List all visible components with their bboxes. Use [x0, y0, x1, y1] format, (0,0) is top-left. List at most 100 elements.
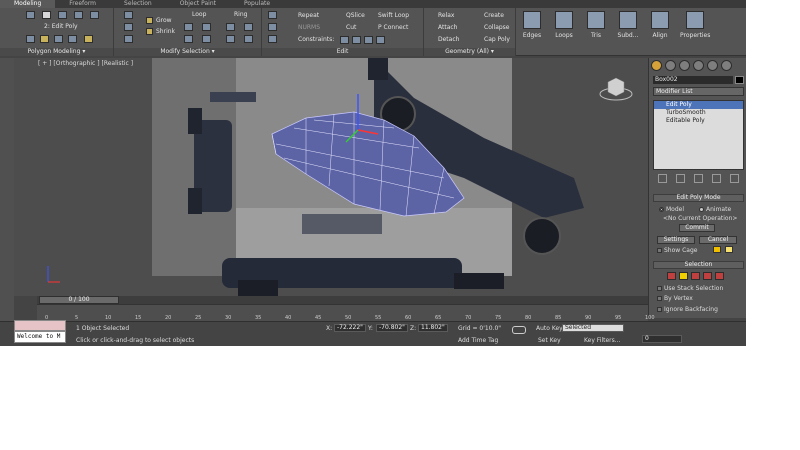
shrink-button[interactable]: Shrink	[156, 28, 175, 35]
constraint-edge-icon[interactable]	[352, 36, 361, 44]
modify-icon[interactable]	[26, 35, 35, 43]
modify-selection-label[interactable]: Modify Selection ▾	[114, 48, 261, 56]
selection-header[interactable]: Selection	[653, 261, 744, 269]
edit-poly-stack-label[interactable]: 2: Edit Poly	[44, 23, 78, 30]
select-icon[interactable]	[124, 11, 133, 19]
edit-tools-icon[interactable]	[268, 11, 277, 19]
object-color-swatch[interactable]	[735, 76, 744, 84]
ring-grow-icon[interactable]	[226, 35, 235, 43]
hierarchy-tab-icon[interactable]	[679, 60, 690, 71]
set-key-button[interactable]: Set Key	[538, 337, 561, 344]
ring-step-icon[interactable]	[244, 23, 253, 31]
stack-item-editable-poly[interactable]: Editable Poly	[654, 117, 743, 125]
remove-modifier-icon[interactable]	[712, 173, 722, 183]
select-fill-icon[interactable]	[124, 35, 133, 43]
border-mode-icon[interactable]	[58, 11, 67, 19]
show-end-result-icon[interactable]	[675, 173, 685, 183]
motion-tab-icon[interactable]	[693, 60, 704, 71]
polygon-modeling-label[interactable]: Polygon Modeling ▾	[0, 48, 113, 56]
show-end-icon[interactable]	[68, 35, 77, 43]
loop-button[interactable]: Loop	[192, 11, 206, 18]
ignore-backfacing-checkbox[interactable]: Ignore Backfacing	[657, 306, 718, 313]
element-sel-icon[interactable]	[715, 272, 724, 280]
tab-object-paint[interactable]: Object Paint	[166, 0, 230, 8]
vertex-sel-icon[interactable]	[667, 272, 676, 280]
loop-mode-icon[interactable]	[184, 23, 193, 31]
grow-button[interactable]: Grow	[156, 17, 172, 24]
cancel-button[interactable]: Cancel	[699, 236, 737, 244]
auto-key-button[interactable]: Auto Key	[536, 325, 563, 332]
edit-tools2-icon[interactable]	[268, 23, 277, 31]
loop-step-icon[interactable]	[202, 23, 211, 31]
polygon-sel-icon[interactable]	[703, 272, 712, 280]
track-bar[interactable]: 0 5 10 15 20 25 30 35 40 45 50 55 60 65 70 75 80 85 90 95 10…	[37, 304, 655, 321]
create-button[interactable]: Create	[484, 12, 504, 19]
settings-button[interactable]: Settings	[657, 236, 695, 244]
tab-freeform[interactable]: Freeform	[55, 0, 110, 8]
make-unique-icon[interactable]	[693, 173, 703, 183]
edges-button[interactable]: Edges	[520, 10, 544, 47]
x-coordinate-field[interactable]: -72.222"	[334, 324, 366, 332]
key-set-dropdown[interactable]: Selected	[562, 324, 624, 332]
constraint-none-icon[interactable]	[340, 36, 349, 44]
attach-button[interactable]: Attach	[438, 24, 457, 31]
p-connect-button[interactable]: P Connect	[378, 24, 408, 31]
loop-grow-icon[interactable]	[184, 35, 193, 43]
configure-sets-icon[interactable]	[730, 173, 740, 183]
toggle-icon[interactable]	[40, 35, 49, 43]
loops-button[interactable]: Loops	[552, 10, 576, 47]
tab-populate[interactable]: Populate	[230, 0, 284, 8]
relax-button[interactable]: Relax	[438, 12, 455, 19]
element-mode-icon[interactable]	[90, 11, 99, 19]
utilities-tab-icon[interactable]	[721, 60, 732, 71]
display-tab-icon[interactable]	[707, 60, 718, 71]
add-time-tag[interactable]: Add Time Tag	[458, 337, 498, 344]
edge-mode-icon[interactable]	[42, 11, 51, 19]
edit-label[interactable]: Edit	[262, 48, 423, 56]
edit-poly-mode-header[interactable]: Edit Poly Mode	[653, 194, 744, 202]
subdivision-button[interactable]: Subd...	[616, 10, 640, 47]
align-button[interactable]: Align	[648, 10, 672, 47]
viewcube-icon[interactable]	[599, 77, 633, 101]
repeat-button[interactable]: Repeat	[298, 12, 319, 19]
show-cage-checkbox[interactable]: Show Cage	[657, 247, 697, 254]
time-slider[interactable]: 0 / 100	[37, 296, 648, 304]
cap-poly-button[interactable]: Cap Poly	[484, 36, 510, 43]
ring-mode-icon[interactable]	[226, 23, 235, 31]
create-tab-icon[interactable]	[651, 60, 662, 71]
key-icon[interactable]	[512, 326, 526, 334]
welcome-field[interactable]: Welcome to M	[14, 331, 66, 343]
modifier-list-dropdown[interactable]: Modifier List	[653, 87, 744, 96]
collapse-button[interactable]: Collapse	[484, 24, 510, 31]
border-sel-icon[interactable]	[691, 272, 700, 280]
constraint-normal-icon[interactable]	[376, 36, 385, 44]
y-coordinate-field[interactable]: -70.802"	[376, 324, 408, 332]
pin-stack-icon[interactable]	[657, 173, 667, 183]
time-slider-thumb[interactable]: 0 / 100	[39, 296, 119, 304]
tris-button[interactable]: Tris	[584, 10, 608, 47]
stack-item-turbosmooth[interactable]: TurboSmooth	[654, 109, 743, 117]
use-stack-selection-checkbox[interactable]: Use Stack Selection	[657, 285, 723, 292]
maxscript-listener-mini[interactable]	[14, 320, 66, 331]
swift-loop-button[interactable]: Swift Loop	[378, 12, 409, 19]
edit-tools3-icon[interactable]	[268, 35, 277, 43]
cage-color-swatch[interactable]	[713, 246, 721, 253]
edge-sel-icon[interactable]	[679, 272, 688, 280]
viewport-orthographic[interactable]: [ + ] [Orthographic ] [Realistic ]	[14, 58, 648, 296]
select-similar-icon[interactable]	[124, 23, 133, 31]
ring-button[interactable]: Ring	[234, 11, 247, 18]
stack-item-edit-poly[interactable]: Edit Poly	[654, 101, 743, 109]
cut-button[interactable]: Cut	[346, 24, 356, 31]
cage-selected-color-swatch[interactable]	[725, 246, 733, 253]
tab-modeling[interactable]: Modeling	[0, 0, 56, 8]
nurms-button[interactable]: NURMS	[298, 24, 320, 31]
animate-radio[interactable]: Animate	[699, 206, 731, 213]
model-radio[interactable]: Model	[659, 206, 684, 213]
loop-shrink-icon[interactable]	[202, 35, 211, 43]
tab-selection[interactable]: Selection	[110, 0, 166, 8]
geometry-label[interactable]: Geometry (All) ▾	[424, 48, 515, 56]
collapse-stack-icon[interactable]	[54, 35, 63, 43]
detach-button[interactable]: Detach	[438, 36, 459, 43]
ring-shrink-icon[interactable]	[244, 35, 253, 43]
by-vertex-checkbox[interactable]: By Vertex	[657, 295, 693, 302]
